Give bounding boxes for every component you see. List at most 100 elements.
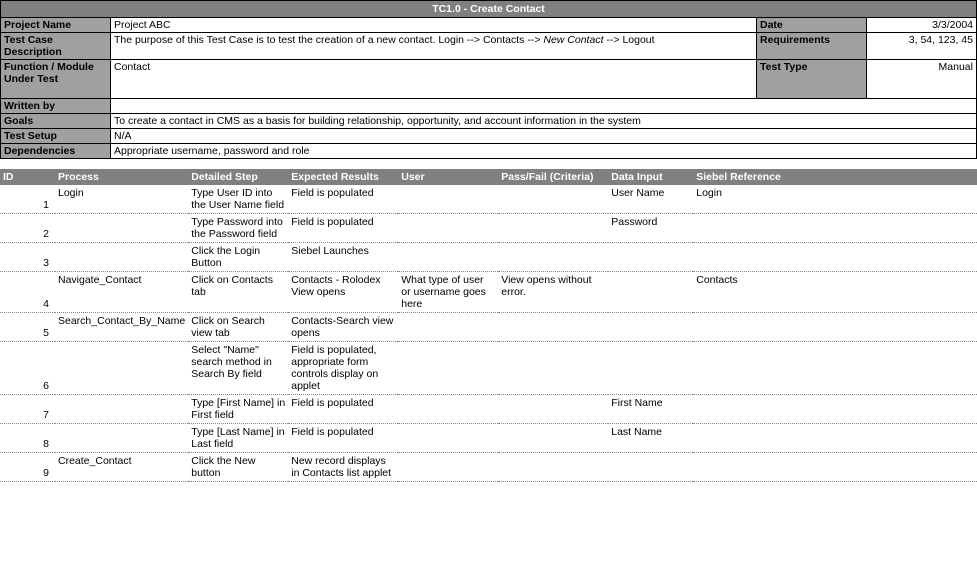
cell-expected: Field is populated [288,424,398,453]
value-date: 3/3/2004 [867,18,977,33]
cell-user [398,313,498,342]
value-project-name: Project ABC [111,18,757,33]
cell-siebel [693,395,977,424]
cell-step: Select "Name" search method in Search By… [188,342,288,395]
cell-input [608,243,693,272]
cell-step: Type User ID into the User Name field [188,185,288,214]
cell-passfail [498,313,608,342]
value-written-by [111,99,977,114]
cell-id: 4 [0,272,55,313]
cell-expected: Field is populated [288,185,398,214]
cell-passfail [498,214,608,243]
table-row: 4Navigate_ContactClick on Contacts tabCo… [0,272,977,313]
label-project-name: Project Name [1,18,111,33]
value-requirements: 3, 54, 123, 45 [867,33,977,60]
label-function: Function / Module Under Test [1,60,111,99]
table-row: 6 Select "Name" search method in Search B… [0,342,977,395]
cell-process [55,342,188,395]
cell-expected: Siebel Launches [288,243,398,272]
cell-siebel [693,313,977,342]
cell-expected: New record displays in Contacts list app… [288,453,398,482]
table-row: 8 Type [Last Name] in Last fieldField is … [0,424,977,453]
cell-process: Create_Contact [55,453,188,482]
cell-process [55,243,188,272]
cell-siebel [693,214,977,243]
cell-siebel [693,453,977,482]
cell-step: Type [First Name] in First field [188,395,288,424]
cell-siebel [693,342,977,395]
cell-id: 8 [0,424,55,453]
cell-input: User Name [608,185,693,214]
cell-id: 3 [0,243,55,272]
cell-passfail [498,342,608,395]
cell-passfail: View opens without error. [498,272,608,313]
cell-user [398,424,498,453]
col-process: Process [55,169,188,185]
desc-text-italic: New Contact [543,34,603,46]
cell-input [608,313,693,342]
value-test-setup: N/A [111,129,977,144]
label-goals: Goals [1,114,111,129]
cell-siebel: Login [693,185,977,214]
cell-passfail [498,185,608,214]
table-row: 1LoginType User ID into the User Name fi… [0,185,977,214]
table-row: 2 Type Password into the Password fieldFi… [0,214,977,243]
cell-step: Click the New button [188,453,288,482]
col-passfail: Pass/Fail (Criteria) [498,169,608,185]
cell-id: 2 [0,214,55,243]
cell-id: 6 [0,342,55,395]
cell-expected: Contacts - Rolodex View opens [288,272,398,313]
cell-process [55,395,188,424]
label-written-by: Written by [1,99,111,114]
value-goals: To create a contact in CMS as a basis fo… [111,114,977,129]
cell-input [608,272,693,313]
cell-user [398,453,498,482]
cell-user: What type of user or username goes here [398,272,498,313]
label-date: Date [757,18,867,33]
col-siebel: Siebel Reference [693,169,977,185]
cell-siebel [693,243,977,272]
cell-expected: Contacts-Search view opens [288,313,398,342]
cell-user [398,342,498,395]
cell-user [398,214,498,243]
value-description: The purpose of this Test Case is to test… [111,33,757,60]
cell-id: 7 [0,395,55,424]
table-row: 5Search_Contact_By_NameClick on Search v… [0,313,977,342]
cell-siebel [693,424,977,453]
cell-step: Click on Contacts tab [188,272,288,313]
cell-passfail [498,243,608,272]
cell-step: Type [Last Name] in Last field [188,424,288,453]
label-test-setup: Test Setup [1,129,111,144]
cell-input: Last Name [608,424,693,453]
cell-id: 9 [0,453,55,482]
cell-process: Login [55,185,188,214]
cell-input: Password [608,214,693,243]
cell-user [398,395,498,424]
cell-id: 5 [0,313,55,342]
cell-process: Navigate_Contact [55,272,188,313]
cell-passfail [498,395,608,424]
cell-passfail [498,453,608,482]
cell-step: Click on Search view tab [188,313,288,342]
doc-title: TC1.0 - Create Contact [1,1,977,18]
steps-header-row: ID Process Detailed Step Expected Result… [0,169,977,185]
test-steps-table: ID Process Detailed Step Expected Result… [0,169,977,482]
cell-process [55,214,188,243]
cell-input [608,342,693,395]
cell-expected: Field is populated [288,214,398,243]
cell-input: First Name [608,395,693,424]
cell-id: 1 [0,185,55,214]
label-dependencies: Dependencies [1,144,111,159]
cell-expected: Field is populated, appropriate form con… [288,342,398,395]
cell-expected: Field is populated [288,395,398,424]
col-user: User [398,169,498,185]
col-id: ID [0,169,55,185]
cell-input [608,453,693,482]
table-row: 9Create_ContactClick the New buttonNew r… [0,453,977,482]
cell-user [398,243,498,272]
test-case-header: TC1.0 - Create Contact Project Name Proj… [0,0,977,169]
cell-step: Type Password into the Password field [188,214,288,243]
label-requirements: Requirements [757,33,867,60]
cell-passfail [498,424,608,453]
col-input: Data Input [608,169,693,185]
